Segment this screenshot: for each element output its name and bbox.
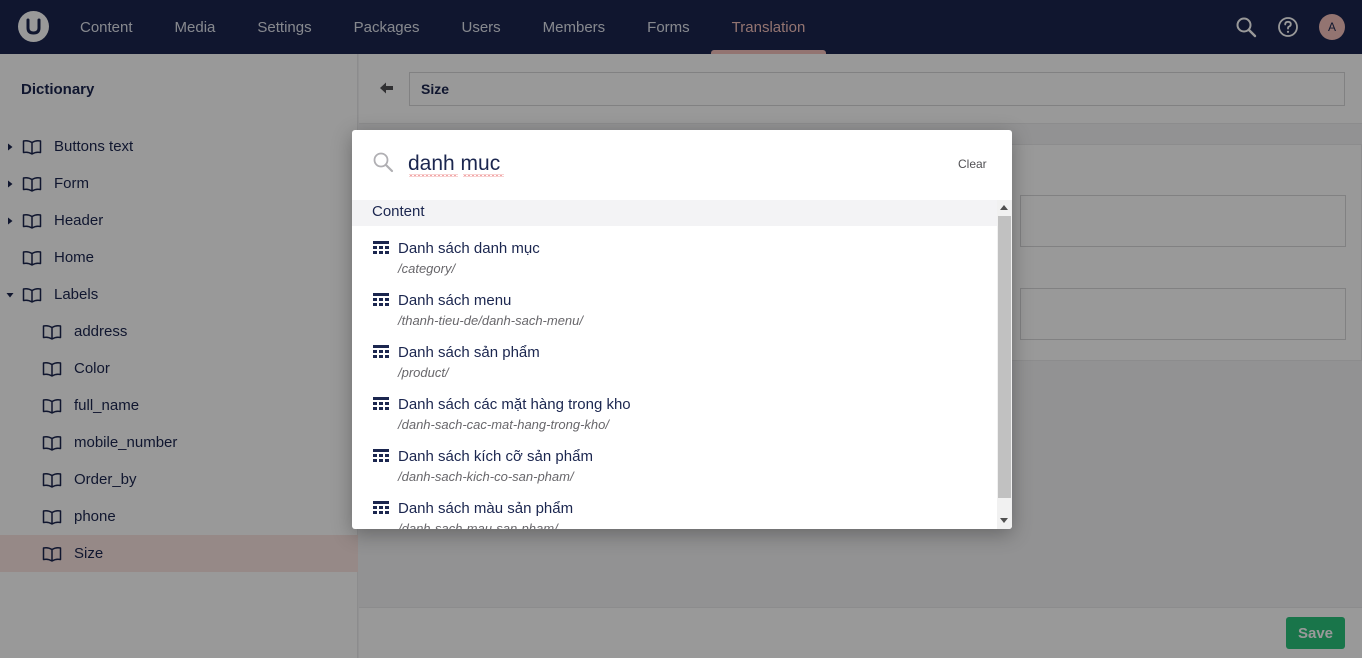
search-result-item[interactable]: Danh sách sản phẩm/product/ <box>352 334 997 386</box>
scroll-down-arrow-icon[interactable] <box>1000 518 1008 523</box>
scroll-thumb[interactable] <box>998 216 1011 498</box>
spellcheck-underline <box>409 174 458 177</box>
result-url: /thanh-tieu-de/danh-sach-menu/ <box>398 313 584 328</box>
search-result-item[interactable]: Danh sách các mặt hàng trong kho/danh-sa… <box>352 386 997 438</box>
search-dialog: Clear Content Danh sách danh mục/categor… <box>352 130 1012 529</box>
search-icon <box>372 151 394 173</box>
result-url: /category/ <box>398 261 456 276</box>
result-url: /danh-sach-mau-san-pham/ <box>398 521 558 529</box>
search-result-item[interactable]: Danh sách màu sản phẩm/danh-sach-mau-san… <box>352 490 997 529</box>
list-view-icon <box>373 449 389 463</box>
result-name: Danh sách menu <box>398 292 512 309</box>
result-url: /danh-sach-cac-mat-hang-trong-kho/ <box>398 417 609 432</box>
search-result-item[interactable]: Danh sách menu/thanh-tieu-de/danh-sach-m… <box>352 282 997 334</box>
list-view-icon <box>373 293 389 307</box>
list-view-icon <box>373 241 389 255</box>
list-view-icon <box>373 501 389 515</box>
results-section-header: Content <box>352 200 997 226</box>
clear-button[interactable]: Clear <box>958 157 987 171</box>
results-scrollbar[interactable] <box>997 200 1012 529</box>
result-name: Danh sách danh mục <box>398 240 540 257</box>
result-url: /product/ <box>398 365 449 380</box>
result-name: Danh sách màu sản phẩm <box>398 500 574 517</box>
result-name: Danh sách sản phẩm <box>398 344 540 361</box>
result-name: Danh sách các mặt hàng trong kho <box>398 396 631 413</box>
search-result-item[interactable]: Danh sách kích cỡ sản phẩm/danh-sach-kic… <box>352 438 997 490</box>
spellcheck-underline <box>463 174 504 177</box>
search-result-item[interactable]: Danh sách danh mục/category/ <box>352 230 997 282</box>
list-view-icon <box>373 397 389 411</box>
list-view-icon <box>373 345 389 359</box>
search-results: Danh sách danh mục/category/Danh sách me… <box>352 226 997 529</box>
scroll-up-arrow-icon[interactable] <box>1000 205 1008 210</box>
result-name: Danh sách kích cỡ sản phẩm <box>398 448 593 465</box>
result-url: /danh-sach-kich-co-san-pham/ <box>398 469 574 484</box>
